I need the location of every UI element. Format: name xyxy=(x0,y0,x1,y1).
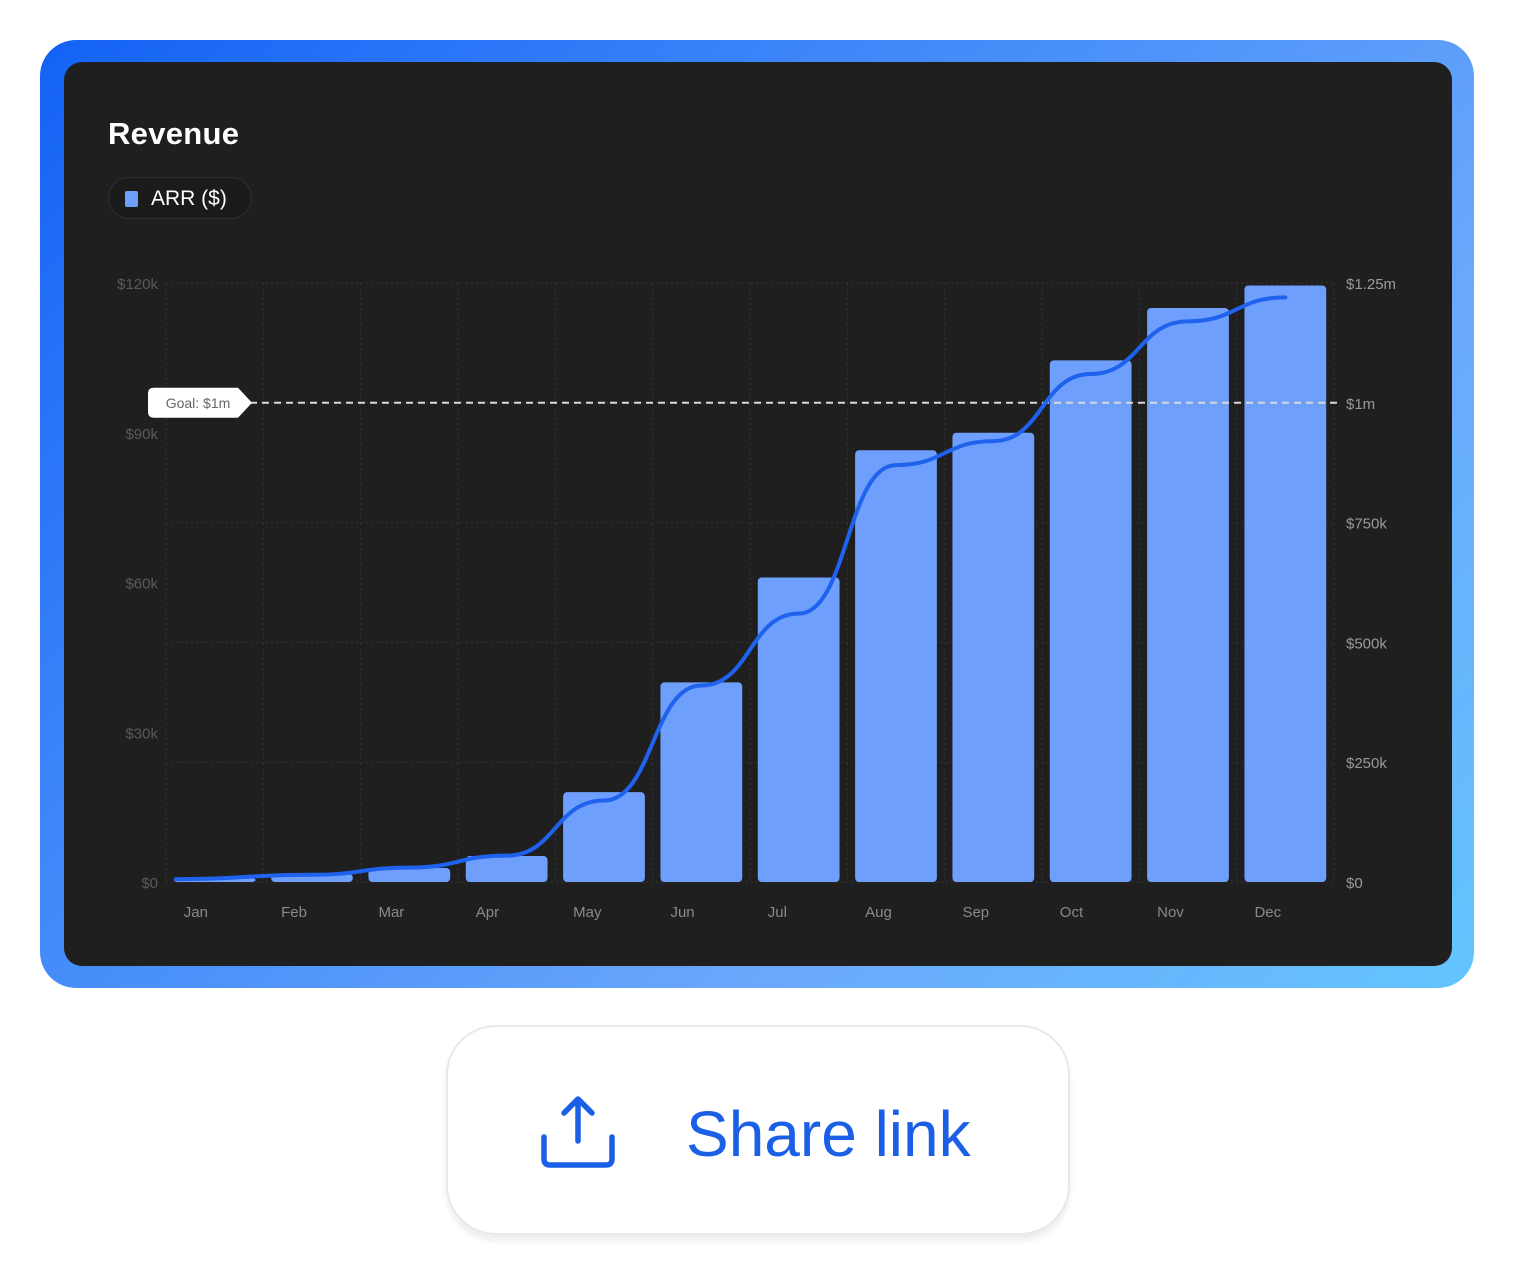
y-left-tick-label: $120k xyxy=(117,276,158,293)
y-left-tick-label: $60k xyxy=(125,576,158,593)
share-link-button[interactable]: Share link xyxy=(446,1025,1070,1235)
bar-dec xyxy=(1244,285,1327,882)
y-right-tick-label: $750k xyxy=(1346,516,1387,533)
bar-sep xyxy=(952,432,1035,882)
x-tick-label: Feb xyxy=(281,904,307,921)
x-tick-label: Jan xyxy=(184,904,208,921)
y-right-tick-label: $250k xyxy=(1346,755,1387,772)
bar-aug xyxy=(855,450,937,882)
y-left-tick-label: $0 xyxy=(141,875,158,892)
upload-icon xyxy=(541,1096,615,1168)
bar-nov xyxy=(1147,307,1229,882)
x-tick-label: Mar xyxy=(378,904,404,921)
y-right-tick-label: $1.25m xyxy=(1346,276,1396,293)
x-tick-label: May xyxy=(573,904,602,921)
x-tick-label: Jun xyxy=(670,904,694,921)
x-tick-label: Sep xyxy=(962,904,989,921)
y-left-tick-label: $90k xyxy=(125,426,158,443)
y-right-tick-label: $500k xyxy=(1346,635,1387,652)
bar-may xyxy=(563,792,645,882)
bar-oct xyxy=(1049,360,1132,882)
bar-jun xyxy=(660,682,743,882)
y-right-tick-label: $0 xyxy=(1346,875,1363,892)
goal-label: Goal: $1m xyxy=(166,395,231,411)
x-tick-label: Oct xyxy=(1060,904,1084,921)
share-link-label: Share link xyxy=(686,1098,971,1170)
x-tick-label: Nov xyxy=(1157,904,1184,921)
bar-apr xyxy=(465,856,548,882)
x-tick-label: Dec xyxy=(1254,904,1281,921)
x-tick-label: Jul xyxy=(768,904,787,921)
x-tick-label: Aug xyxy=(865,904,892,921)
x-tick-label: Apr xyxy=(476,904,499,921)
y-right-tick-label: $1m xyxy=(1346,396,1375,413)
y-left-tick-label: $30k xyxy=(125,725,158,742)
